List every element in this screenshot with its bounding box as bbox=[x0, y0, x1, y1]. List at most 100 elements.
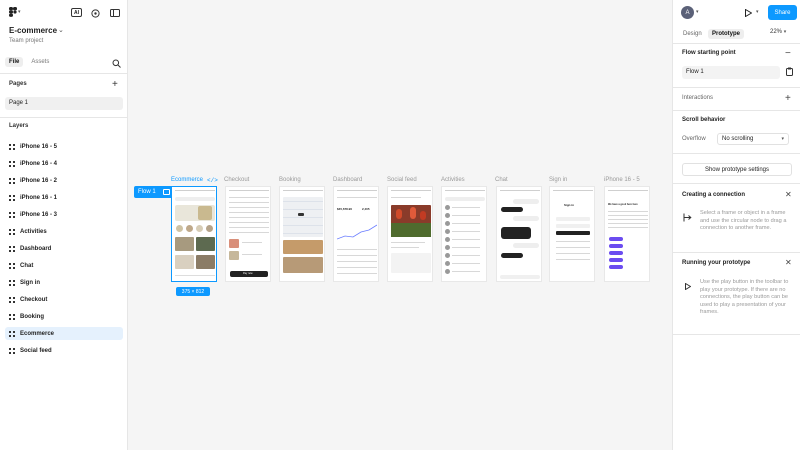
selection-size-badge: 375 × 812 bbox=[176, 287, 210, 296]
frame-title[interactable]: Checkout bbox=[224, 177, 249, 183]
chevron-down-icon[interactable]: ▾ bbox=[18, 9, 21, 15]
layer-label: Activities bbox=[20, 228, 47, 235]
chevron-down-icon: ▾ bbox=[783, 29, 787, 35]
close-icon[interactable]: ✕ bbox=[785, 258, 792, 267]
frame-title[interactable]: Activities bbox=[441, 177, 465, 183]
mock-line bbox=[500, 190, 540, 191]
layer-item[interactable]: iPhone 16 - 4 bbox=[5, 157, 123, 170]
layer-item[interactable]: Ecommerce bbox=[5, 327, 123, 340]
layer-item[interactable]: Chat bbox=[5, 259, 123, 272]
add-page-icon[interactable]: + bbox=[112, 80, 118, 90]
tab-assets[interactable]: Assets bbox=[27, 57, 53, 67]
mock-line bbox=[337, 267, 377, 268]
frame-iphone-16-5[interactable]: We have a good hero here bbox=[604, 186, 650, 282]
mock-block bbox=[175, 197, 215, 201]
flow-start-badge[interactable]: Flow 1 bbox=[134, 186, 174, 198]
mock-line bbox=[283, 217, 323, 218]
play-icon[interactable] bbox=[744, 8, 752, 17]
frame-title[interactable]: Chat bbox=[495, 177, 508, 183]
frame-activities[interactable] bbox=[441, 186, 487, 282]
mock-block bbox=[501, 207, 523, 212]
mock-block bbox=[410, 207, 416, 219]
project-name[interactable]: E-commerce bbox=[9, 26, 57, 35]
mock-line bbox=[452, 263, 480, 264]
frame-sign-in[interactable]: Sign in bbox=[549, 186, 595, 282]
mock-block bbox=[556, 217, 590, 221]
mock-block bbox=[445, 221, 450, 226]
divider bbox=[673, 334, 800, 335]
add-interaction-icon[interactable]: + bbox=[785, 93, 791, 104]
page-item[interactable]: Page 1 bbox=[5, 97, 123, 110]
left-toolbar: ▾ AI bbox=[0, 0, 128, 24]
frame-title[interactable]: Ecommerce bbox=[171, 177, 203, 183]
frame-title[interactable]: Booking bbox=[279, 177, 301, 183]
frame-text: 2,405 bbox=[362, 207, 370, 211]
frame-grid-icon bbox=[9, 194, 15, 201]
team-name: Team project bbox=[9, 38, 44, 44]
frame-text: Sign in bbox=[564, 203, 574, 207]
frame-checkout[interactable]: Pay now bbox=[225, 186, 271, 282]
mock-line bbox=[452, 255, 480, 256]
running-prototype-title: Running your prototype bbox=[682, 260, 751, 266]
frame-social-feed[interactable] bbox=[387, 186, 433, 282]
frame-dashboard[interactable]: $45,678.90 2,405 bbox=[333, 186, 379, 282]
code-icon[interactable]: </> bbox=[207, 177, 218, 184]
frame-chat[interactable] bbox=[496, 186, 542, 282]
mock-line bbox=[337, 190, 377, 191]
frame-ecommerce[interactable] bbox=[171, 186, 217, 282]
layer-label: iPhone 16 - 4 bbox=[20, 160, 58, 167]
chevron-down-icon[interactable]: ▾ bbox=[696, 9, 699, 15]
layer-item[interactable]: iPhone 16 - 2 bbox=[5, 174, 123, 187]
mock-block bbox=[609, 244, 623, 248]
flow-name-field[interactable]: Flow 1 bbox=[682, 66, 780, 79]
divider bbox=[673, 110, 800, 111]
layer-item[interactable]: Social feed bbox=[5, 344, 123, 357]
layer-item[interactable]: Checkout bbox=[5, 293, 123, 306]
layer-item[interactable]: iPhone 16 - 3 bbox=[5, 208, 123, 221]
tab-prototype[interactable]: Prototype bbox=[708, 29, 745, 39]
layer-label: Chat bbox=[20, 262, 34, 269]
project-menu-chevron-icon[interactable]: ⌄ bbox=[58, 26, 64, 34]
connection-icon bbox=[682, 213, 692, 222]
frame-title[interactable]: iPhone 16 - 5 bbox=[604, 177, 640, 183]
layer-label: Booking bbox=[20, 313, 44, 320]
frame-grid-icon bbox=[9, 262, 15, 269]
overflow-select[interactable]: No scrolling ▾ bbox=[717, 133, 789, 145]
mock-line bbox=[608, 223, 648, 224]
show-prototype-settings-button[interactable]: Show prototype settings bbox=[682, 163, 792, 176]
frame-booking[interactable] bbox=[279, 186, 325, 282]
mock-block bbox=[175, 255, 194, 269]
share-button[interactable]: Share bbox=[768, 5, 797, 20]
search-icon[interactable] bbox=[112, 59, 121, 68]
layer-item[interactable]: Sign in bbox=[5, 276, 123, 289]
layer-item[interactable]: iPhone 16 - 1 bbox=[5, 191, 123, 204]
layer-item[interactable]: iPhone 16 - 5 bbox=[5, 140, 123, 153]
mock-line bbox=[242, 242, 262, 243]
close-icon[interactable]: ✕ bbox=[785, 190, 792, 199]
canvas[interactable]: Flow 1 Ecommerce Checkout Pay now Booking Da… bbox=[128, 0, 672, 450]
mock-block bbox=[186, 225, 193, 232]
mock-block bbox=[420, 211, 426, 220]
clipboard-icon[interactable] bbox=[786, 67, 793, 76]
frame-title[interactable]: Sign in bbox=[549, 177, 567, 183]
avatar[interactable]: A bbox=[681, 6, 694, 19]
mock-block bbox=[609, 258, 623, 262]
layer-item[interactable]: Booking bbox=[5, 310, 123, 323]
tab-design[interactable]: Design bbox=[679, 29, 706, 39]
chevron-down-icon[interactable]: ▾ bbox=[756, 9, 759, 15]
ai-badge-icon[interactable]: AI bbox=[71, 8, 82, 17]
mock-line bbox=[229, 197, 269, 198]
frame-title[interactable]: Dashboard bbox=[333, 177, 362, 183]
zoom-level[interactable]: 22% ▾ bbox=[770, 29, 786, 35]
layer-item[interactable]: Activities bbox=[5, 225, 123, 238]
divider bbox=[673, 43, 800, 44]
sidebar-toggle-icon[interactable] bbox=[110, 8, 120, 18]
frame-title[interactable]: Social feed bbox=[387, 177, 417, 183]
interactions-title: Interactions bbox=[682, 95, 714, 101]
tab-file[interactable]: File bbox=[5, 57, 24, 67]
layer-item[interactable]: Dashboard bbox=[5, 242, 123, 255]
component-icon[interactable] bbox=[90, 8, 100, 18]
remove-flow-icon[interactable]: − bbox=[785, 48, 791, 59]
mock-line bbox=[553, 190, 593, 191]
figma-logo-icon[interactable] bbox=[8, 7, 18, 17]
